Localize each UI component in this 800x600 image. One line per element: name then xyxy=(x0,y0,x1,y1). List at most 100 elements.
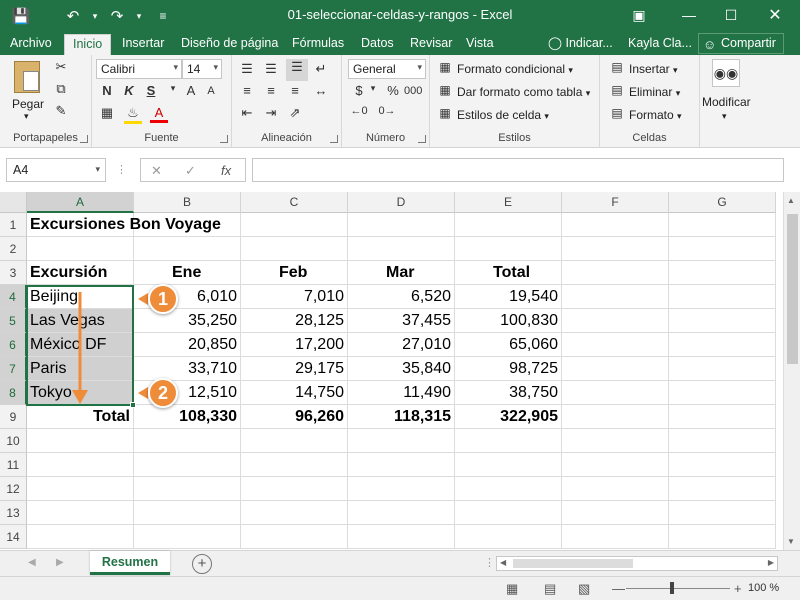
minimize-icon[interactable]: — xyxy=(672,3,706,27)
tab-splitter-icon[interactable]: ⋮ xyxy=(484,556,495,569)
vertical-scroll-thumb[interactable] xyxy=(787,214,798,364)
tab-formulas[interactable]: Fórmulas xyxy=(284,34,352,55)
chevron-down-icon: ▾ xyxy=(417,62,422,72)
cell-styles-button[interactable]: Estilos de celda ▾ xyxy=(457,108,549,122)
zoom-level[interactable]: 100 % xyxy=(748,582,779,594)
editing-button[interactable]: Modificar xyxy=(702,95,751,109)
increase-decimal-icon[interactable]: ←0 xyxy=(350,105,368,117)
font-size-combo[interactable]: 14 ▾ xyxy=(182,59,222,79)
delete-cells-button[interactable]: Eliminar ▾ xyxy=(629,85,680,99)
tab-inicio[interactable]: Inicio xyxy=(64,34,112,55)
horizontal-scroll-thumb[interactable] xyxy=(513,559,633,568)
enter-icon[interactable]: ✓ xyxy=(185,163,196,179)
scroll-left-icon[interactable]: ◀ xyxy=(500,558,506,567)
decrease-indent-icon[interactable]: ⇤ xyxy=(238,105,256,121)
cancel-icon[interactable]: ✕ xyxy=(151,163,162,179)
prev-sheet-icon[interactable]: ◀ xyxy=(28,557,36,568)
editing-dropdown-icon[interactable]: ▾ xyxy=(722,111,727,122)
insert-function-icon[interactable]: fx xyxy=(221,163,231,178)
decrease-decimal-icon[interactable]: 0→ xyxy=(378,105,396,117)
page-layout-view-icon[interactable]: ▤ xyxy=(544,581,556,597)
copy-icon[interactable]: ⧉ xyxy=(52,81,70,97)
horizontal-scrollbar[interactable]: ◀ ▶ xyxy=(496,556,778,571)
zoom-in-icon[interactable]: + xyxy=(734,581,742,596)
cut-icon[interactable]: ✂ xyxy=(52,59,70,75)
editing-group: ◉◉ Modificar ▾ xyxy=(700,55,800,148)
underline-dropdown-icon[interactable]: ▾ xyxy=(164,83,182,94)
align-bottom-icon[interactable]: ☰ xyxy=(286,59,308,81)
italic-button[interactable]: K xyxy=(120,83,138,98)
increase-indent-icon[interactable]: ⇥ xyxy=(262,105,280,121)
tab-revisar[interactable]: Revisar xyxy=(402,34,460,55)
align-middle-icon[interactable]: ☰ xyxy=(262,61,280,77)
close-icon[interactable]: ✕ xyxy=(758,3,792,27)
insert-cells-button[interactable]: Insertar ▾ xyxy=(629,62,678,76)
sheet-tab-resumen[interactable]: Resumen xyxy=(90,551,170,575)
number-format-combo[interactable]: General ▾ xyxy=(348,59,426,79)
clipboard-launcher-icon[interactable] xyxy=(80,135,88,143)
align-center-icon[interactable]: ≡ xyxy=(262,83,280,98)
scroll-right-icon[interactable]: ▶ xyxy=(768,558,774,567)
percent-button[interactable]: % xyxy=(384,83,402,98)
cells-label: Celdas xyxy=(632,132,667,144)
binoculars-icon[interactable]: ◉◉ xyxy=(712,59,740,87)
scroll-up-icon[interactable]: ▲ xyxy=(787,196,795,205)
table-format-icon: ▦ xyxy=(439,83,451,97)
chevron-down-icon: ▾ xyxy=(568,65,573,75)
font-color-icon[interactable]: A xyxy=(150,105,168,123)
bold-button[interactable]: N xyxy=(98,83,116,98)
font-name-combo[interactable]: Calibri ▾ xyxy=(96,59,182,79)
wrap-text-icon[interactable]: ↵ xyxy=(312,61,330,77)
ribbon-display-icon[interactable]: ▣ xyxy=(622,3,656,27)
fill-color-icon[interactable]: ♨ xyxy=(124,105,142,124)
tab-vista[interactable]: Vista xyxy=(458,34,502,55)
status-bar: ▦ ▤ ▧ — + 100 % xyxy=(0,576,800,600)
page-break-view-icon[interactable]: ▧ xyxy=(578,581,590,597)
user-name[interactable]: Kayla Cla... xyxy=(628,34,692,53)
paste-icon[interactable] xyxy=(14,61,40,93)
zoom-out-icon[interactable]: — xyxy=(612,581,625,596)
conditional-format-button[interactable]: Formato condicional ▾ xyxy=(457,62,573,76)
paste-dropdown-icon[interactable]: ▾ xyxy=(24,111,29,122)
font-launcher-icon[interactable] xyxy=(220,135,228,143)
number-launcher-icon[interactable] xyxy=(418,135,426,143)
vertical-scrollbar[interactable]: ▲ ▼ xyxy=(783,192,800,550)
chevron-down-icon: ▾ xyxy=(213,62,218,72)
format-as-table-button[interactable]: Dar formato como tabla ▾ xyxy=(457,85,590,99)
tab-insertar[interactable]: Insertar xyxy=(114,34,172,55)
merge-center-icon[interactable]: ↔ xyxy=(312,83,330,98)
add-sheet-icon[interactable]: + xyxy=(192,554,212,574)
tell-me-box[interactable]: ◯ Indicar... xyxy=(548,34,613,53)
format-painter-icon[interactable]: ✎ xyxy=(52,103,70,119)
increase-font-icon[interactable]: A xyxy=(182,83,200,98)
align-right-icon[interactable]: ≡ xyxy=(286,83,304,98)
alignment-launcher-icon[interactable] xyxy=(330,135,338,143)
sheet-tabs-bar: ◀ ▶ Resumen + ⋮ ◀ ▶ xyxy=(0,550,800,576)
share-button[interactable]: ☺ Compartir xyxy=(698,33,784,54)
tab-datos[interactable]: Datos xyxy=(353,34,402,55)
tab-diseno-pagina[interactable]: Diseño de página xyxy=(173,34,286,55)
tab-archivo[interactable]: Archivo xyxy=(2,34,60,55)
formula-input[interactable] xyxy=(252,158,784,182)
underline-button[interactable]: S xyxy=(142,83,160,98)
align-top-icon[interactable]: ☰ xyxy=(238,61,256,77)
drag-arrow-annotation xyxy=(72,292,88,404)
chevron-down-icon: ▾ xyxy=(673,65,678,75)
decrease-font-icon[interactable]: A xyxy=(202,85,220,97)
normal-view-icon[interactable]: ▦ xyxy=(506,581,518,597)
name-box[interactable]: A4 ▾ xyxy=(6,158,106,182)
align-left-icon[interactable]: ≡ xyxy=(238,83,256,98)
zoom-slider[interactable] xyxy=(626,588,730,589)
zoom-slider-knob[interactable] xyxy=(670,582,674,594)
maximize-icon[interactable]: ☐ xyxy=(714,3,748,27)
orientation-icon[interactable]: ⇗ xyxy=(286,105,304,121)
next-sheet-icon[interactable]: ▶ xyxy=(56,557,64,568)
ribbon: Pegar ▾ ✂ ⧉ ✎ Portapapeles Calibri ▾ 14 ▾ … xyxy=(0,55,800,148)
paste-button[interactable]: Pegar xyxy=(12,97,44,111)
borders-icon[interactable]: ▦ xyxy=(98,105,116,121)
currency-dropdown-icon[interactable]: ▾ xyxy=(364,83,382,94)
scroll-down-icon[interactable]: ▼ xyxy=(787,537,795,546)
number-label: Número xyxy=(365,132,406,144)
format-cells-button[interactable]: Formato ▾ xyxy=(629,108,682,122)
comma-button[interactable]: 000 xyxy=(404,85,422,97)
